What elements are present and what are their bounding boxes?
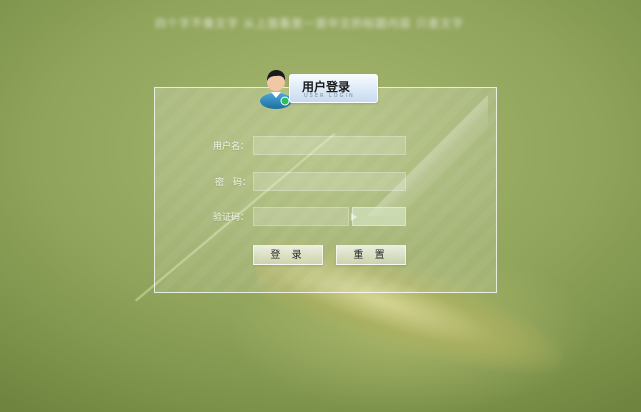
- username-field[interactable]: [253, 136, 406, 155]
- blurred-banner-text: 四个字不像文字 从上面看是一首中文的标题内容 只是文字: [155, 17, 464, 29]
- captcha-label: 验证码：: [213, 213, 250, 223]
- captcha-field[interactable]: [253, 207, 349, 226]
- login-title-tab: 用户登录 USER LOGIN: [289, 74, 378, 103]
- captcha-image[interactable]: [351, 207, 406, 226]
- username-label: 用户名：: [213, 142, 250, 152]
- login-subtitle: USER LOGIN: [304, 93, 355, 99]
- password-field[interactable]: [253, 172, 406, 191]
- password-label: 密 码：: [215, 178, 252, 188]
- reset-button[interactable]: 重 置: [336, 245, 406, 265]
- login-button[interactable]: 登 录: [253, 245, 323, 265]
